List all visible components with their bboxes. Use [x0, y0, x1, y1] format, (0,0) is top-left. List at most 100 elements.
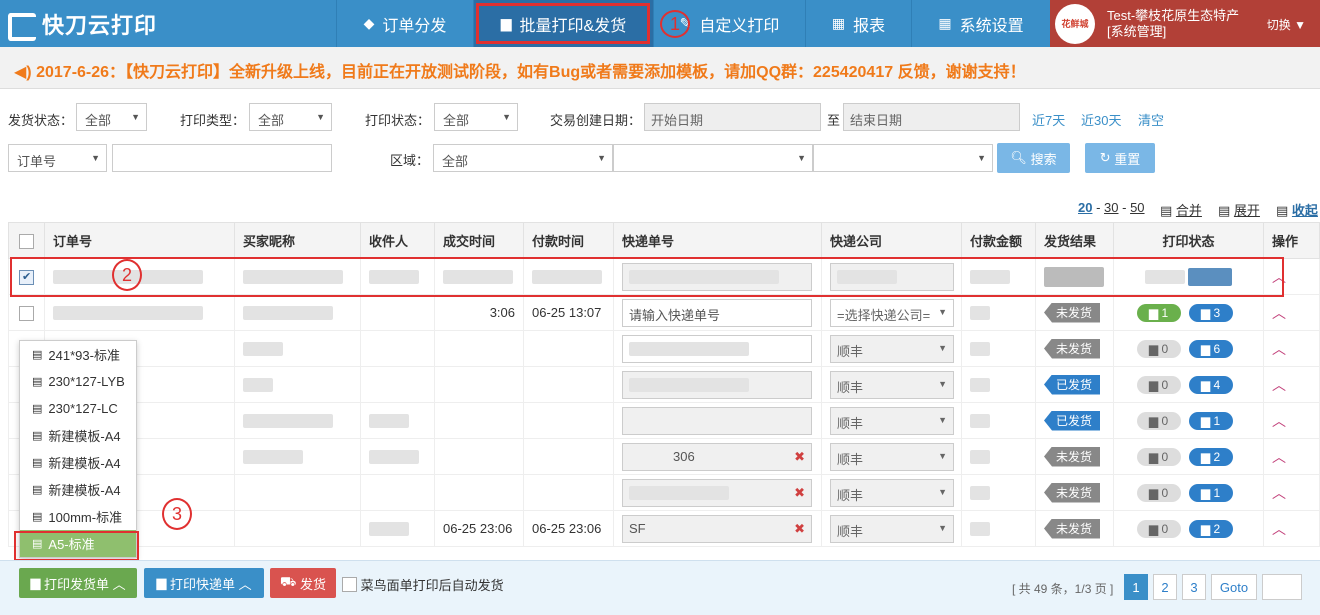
collapse-row-icon[interactable]: ︿ — [1272, 449, 1286, 465]
actions-cell[interactable]: ︿ — [1263, 474, 1320, 511]
template-option[interactable]: ▤ 230*127-LC — [20, 395, 136, 422]
courier-select[interactable]: =选择快递公司= ▼ — [830, 298, 954, 327]
express-print-count[interactable]: ▆ 6 — [1188, 339, 1233, 358]
print-type-select[interactable]: 全部 ▼ — [249, 103, 332, 131]
table-row[interactable]: 顺丰 ▼ 已发货 ▆ 0 ▆ 1 ︿ — [8, 402, 1320, 439]
express-print-count[interactable]: ▆ 2 — [1188, 447, 1233, 466]
tracking-cell[interactable]: ✖ — [613, 474, 822, 511]
courier-select[interactable]: 顺丰 ▼ — [830, 370, 954, 399]
collapse-row-icon[interactable]: ︿ — [1272, 485, 1286, 501]
row-select-cell[interactable] — [8, 294, 45, 331]
courier-select[interactable]: 顺丰 ▼ — [830, 334, 954, 363]
print-invoice-button[interactable]: ▆ 打印发货单 ︿ — [19, 568, 137, 598]
end-date-input[interactable]: 结束日期 — [843, 103, 1020, 131]
auto-ship-checkbox[interactable] — [342, 577, 357, 592]
collapse-row-icon[interactable]: ︿ — [1272, 413, 1286, 429]
merge-button[interactable]: ▤ 合并 — [1160, 200, 1202, 219]
collapse-button[interactable]: ▤ 收起 — [1276, 200, 1318, 219]
page-1-button[interactable]: 1 — [1124, 574, 1148, 600]
user-panel[interactable]: 花鲜城 Test-攀枝花原生态特产 [系统管理] 切换 ▼ — [1050, 0, 1320, 47]
switch-account-button[interactable]: 切换 ▼ — [1267, 16, 1306, 33]
template-option[interactable]: ▤ 230*127-LYB — [20, 368, 136, 395]
nav-batch-print-ship[interactable]: ▆ 批量打印&发货 — [473, 0, 653, 47]
courier-cell[interactable]: 顺丰 ▼ — [821, 366, 962, 403]
table-row[interactable]: 顺丰 ▼ 未发货 ▆ 0 ▆ 6 ︿ — [8, 330, 1320, 367]
page-size-20[interactable]: 20 — [1078, 200, 1092, 215]
last-7-days-link[interactable]: 近7天 — [1032, 110, 1065, 129]
col-receiver[interactable]: 收件人 — [360, 222, 435, 259]
collapse-row-icon[interactable]: ︿ — [1272, 305, 1286, 321]
collapse-row-icon[interactable]: ︿ — [1272, 341, 1286, 357]
express-print-count[interactable]: ▆ 1 — [1188, 411, 1233, 430]
template-option[interactable]: ▤ 100mm-标准 — [20, 503, 136, 530]
invoice-print-count[interactable]: ▆ 1 — [1136, 303, 1181, 322]
invoice-print-count[interactable]: ▆ 0 — [1136, 411, 1181, 430]
table-row[interactable]: 3:06 06-25 13:07 请输入快递单号 =选择快递公司= ▼ 未发货 ▆… — [8, 294, 1320, 331]
actions-cell[interactable]: ︿ — [1263, 330, 1320, 367]
express-print-count[interactable]: ▆ 2 — [1188, 519, 1233, 538]
courier-cell[interactable]: 顺丰 ▼ — [821, 402, 962, 439]
search-field-select[interactable]: 订单号 ▼ — [8, 144, 107, 172]
page-2-button[interactable]: 2 — [1153, 574, 1177, 600]
select-all-cell[interactable] — [8, 222, 45, 259]
col-courier[interactable]: 快递公司 — [821, 222, 962, 259]
courier-select[interactable]: 顺丰 ▼ — [830, 406, 954, 435]
page-size-50[interactable]: 50 — [1130, 200, 1144, 215]
tracking-cell[interactable] — [613, 402, 822, 439]
express-print-count[interactable]: ▆ 3 — [1188, 303, 1233, 322]
collapse-row-icon[interactable]: ︿ — [1272, 377, 1286, 393]
actions-cell[interactable]: ︿ — [1263, 438, 1320, 475]
template-option[interactable]: ▤ 新建模板-A4 — [20, 476, 136, 503]
invoice-print-count[interactable]: ▆ 0 — [1136, 375, 1181, 394]
template-option[interactable]: ▤ 241*93-标准 — [20, 341, 136, 368]
collapse-row-icon[interactable]: ︿ — [1272, 521, 1286, 537]
nav-reports[interactable]: ▦ 报表 — [805, 0, 911, 47]
courier-cell[interactable]: =选择快递公司= ▼ — [821, 294, 962, 331]
select-all-checkbox[interactable] — [19, 233, 34, 249]
tracking-input[interactable] — [622, 406, 812, 435]
table-row[interactable]: 顺丰 ▼ 已发货 ▆ 0 ▆ 4 ︿ — [8, 366, 1320, 403]
tracking-input[interactable]: 请输入快递单号 — [622, 298, 812, 327]
print-express-button[interactable]: ▆ 打印快递单 ︿ — [144, 568, 264, 598]
goto-page-input[interactable] — [1262, 574, 1302, 600]
expand-button[interactable]: ▤ 展开 — [1218, 200, 1260, 219]
province-select[interactable]: 全部 ▼ — [433, 144, 613, 172]
tracking-input[interactable]: SF ✖ — [622, 514, 812, 543]
tracking-cell[interactable]: 请输入快递单号 — [613, 294, 822, 331]
nav-order-dispatch[interactable]: ◆ 订单分发 — [336, 0, 473, 47]
courier-select[interactable]: 顺丰 ▼ — [830, 478, 954, 507]
search-input[interactable] — [112, 144, 332, 172]
nav-settings[interactable]: ▦ 系统设置 — [911, 0, 1050, 47]
clear-tracking-icon[interactable]: ✖ — [794, 449, 805, 465]
template-option[interactable]: ▤ 新建模板-A4 — [20, 422, 136, 449]
tracking-cell[interactable] — [613, 330, 822, 367]
clear-link[interactable]: 清空 — [1138, 110, 1164, 129]
tracking-input[interactable]: 306 ✖ — [622, 442, 812, 471]
tracking-input[interactable]: ✖ — [622, 478, 812, 507]
print-status-select[interactable]: 全部 ▼ — [434, 103, 518, 131]
clear-tracking-icon[interactable]: ✖ — [794, 521, 805, 537]
app-logo[interactable]: 快刀云打印 — [6, 8, 157, 41]
courier-cell[interactable]: 顺丰 ▼ — [821, 510, 962, 547]
page-3-button[interactable]: 3 — [1182, 574, 1206, 600]
city-select[interactable]: ▼ — [613, 144, 813, 172]
invoice-print-count[interactable]: ▆ 0 — [1136, 339, 1181, 358]
invoice-print-count[interactable]: ▆ 0 — [1136, 519, 1181, 538]
row-checkbox[interactable] — [19, 305, 34, 321]
col-ship-result[interactable]: 发货结果 — [1035, 222, 1114, 259]
actions-cell[interactable]: ︿ — [1263, 510, 1320, 547]
col-order-no[interactable]: 订单号 — [44, 222, 235, 259]
invoice-print-count[interactable]: ▆ 0 — [1136, 447, 1181, 466]
courier-select[interactable]: 顺丰 ▼ — [830, 514, 954, 543]
courier-cell[interactable]: 顺丰 ▼ — [821, 438, 962, 475]
invoice-print-count[interactable]: ▆ 0 — [1136, 483, 1181, 502]
table-row[interactable]: ✖ 顺丰 ▼ 未发货 ▆ 0 ▆ 1 ︿ — [8, 474, 1320, 511]
courier-select[interactable]: 顺丰 ▼ — [830, 442, 954, 471]
actions-cell[interactable]: ︿ — [1263, 366, 1320, 403]
table-row[interactable]: 306 ✖ 顺丰 ▼ 未发货 ▆ 0 ▆ 2 ︿ — [8, 438, 1320, 475]
template-option[interactable]: ▤ 新建模板-A4 — [20, 449, 136, 476]
table-row[interactable]: 06-25 23:06 06-25 23:06 SF ✖ 顺丰 ▼ 未发货 ▆ 0 ▆… — [8, 510, 1320, 547]
col-tracking-no[interactable]: 快递单号 — [613, 222, 822, 259]
auto-ship-option[interactable]: 菜鸟面单打印后自动发货 — [342, 575, 504, 594]
clear-tracking-icon[interactable]: ✖ — [794, 485, 805, 501]
